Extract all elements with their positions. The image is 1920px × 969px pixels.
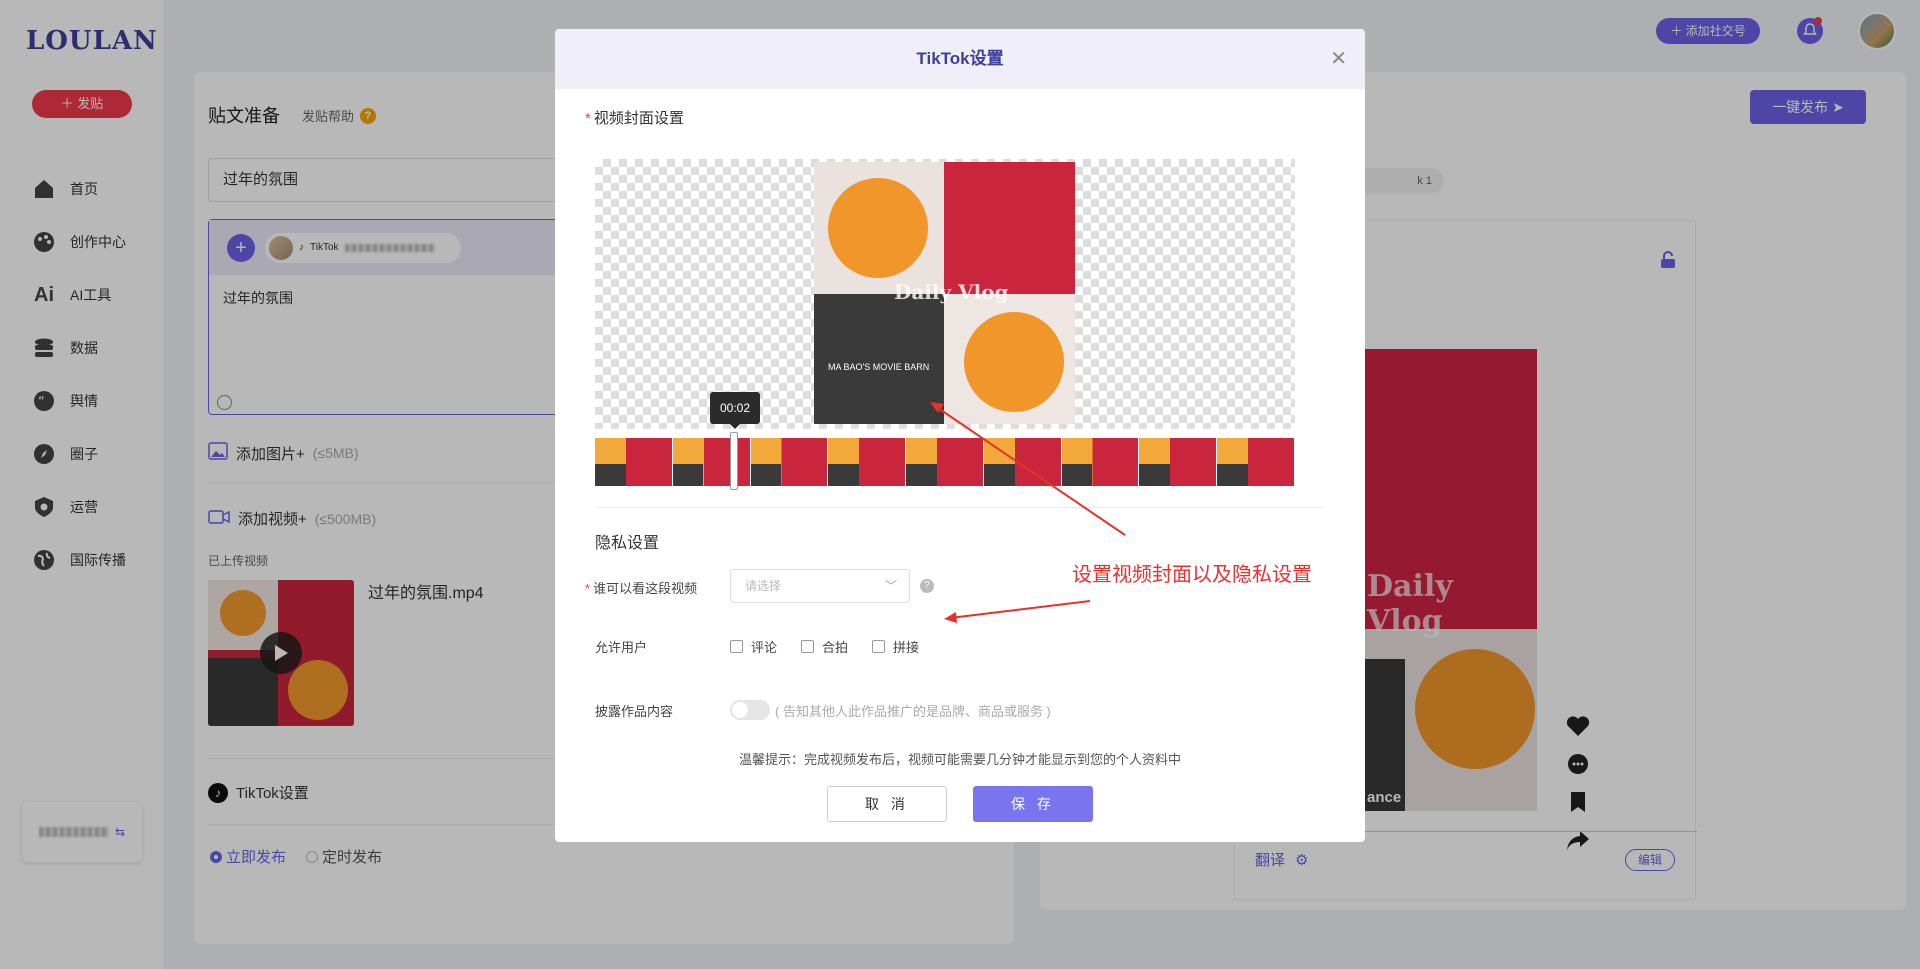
checkbox-box bbox=[730, 640, 743, 653]
allow-users-options: 评论 合拍 拼接 bbox=[730, 637, 919, 656]
timeline-strip[interactable] bbox=[595, 438, 1295, 486]
timeline-frame bbox=[983, 438, 1062, 486]
timeline-handle[interactable] bbox=[730, 432, 738, 490]
timeline-time-tooltip: 00:02 bbox=[710, 392, 760, 429]
cover-dragon-2 bbox=[964, 312, 1064, 412]
chevron-down-icon: ﹀ bbox=[884, 579, 897, 593]
who-can-view-label: * 谁可以看这段视频 bbox=[585, 578, 697, 597]
cover-section-text: 视频封面设置 bbox=[593, 110, 684, 127]
cover-watermark: Daily Vlog bbox=[894, 280, 1009, 304]
cancel-button[interactable]: 取 消 bbox=[827, 786, 947, 822]
select-placeholder: 请选择 bbox=[745, 579, 782, 593]
cover-clapper bbox=[814, 294, 944, 424]
required-mark: * bbox=[585, 581, 591, 596]
timeline-frame bbox=[1139, 438, 1218, 486]
close-icon[interactable]: ✕ bbox=[1330, 29, 1347, 89]
timeline-frame bbox=[595, 438, 673, 486]
allow-users-label: 允许用户 bbox=[595, 640, 648, 655]
cover-dragon bbox=[828, 178, 928, 278]
clapper-text: MA BAO'S MOVIE BARN bbox=[828, 362, 930, 372]
divider bbox=[595, 507, 1325, 508]
checkbox-box bbox=[872, 640, 886, 653]
cover-section-label: * 视频封面设置 bbox=[585, 107, 684, 128]
checkbox-box bbox=[801, 640, 815, 653]
modal-title: TikTok设置 bbox=[916, 49, 1004, 68]
save-button[interactable]: 保 存 bbox=[973, 786, 1093, 822]
checkbox-label: 评论 bbox=[751, 640, 778, 655]
privacy-section-title: 隐私设置 bbox=[595, 535, 660, 552]
timeline-frame bbox=[1217, 438, 1295, 486]
publish-hint: 温馨提示：完成视频发布后，视频可能需要几分钟才能显示到您的个人资料中 bbox=[738, 752, 1181, 767]
help-icon[interactable]: ? bbox=[920, 579, 934, 593]
allow-comment-checkbox[interactable]: 评论 bbox=[730, 637, 777, 656]
cover-canvas: MA BAO'S MOVIE BARN Daily Vlog bbox=[595, 159, 1295, 429]
required-mark: * bbox=[585, 110, 591, 127]
annotation-text: 设置视频封面以及隐私设置 bbox=[1072, 564, 1312, 586]
who-can-view-text: 谁可以看这段视频 bbox=[593, 581, 698, 596]
allow-stitch-checkbox[interactable]: 拼接 bbox=[872, 637, 919, 656]
app-root: LOULAN ＋ 发贴 首页 创作中心 Ai AI工具 数据 “ 舆情 圈子 运… bbox=[0, 0, 1920, 969]
timeline-frame bbox=[750, 438, 829, 486]
timeline-frame bbox=[672, 438, 751, 486]
who-can-view-select[interactable]: 请选择 ﹀ bbox=[730, 569, 910, 603]
allow-duet-checkbox[interactable]: 合拍 bbox=[801, 637, 848, 656]
checkbox-label: 合拍 bbox=[822, 640, 849, 655]
tiktok-settings-modal: TikTok设置 ✕ * 视频封面设置 MA BAO'S MOVIE BARN D… bbox=[555, 29, 1365, 842]
disclose-note: ( 告知其他人此作品推广的是品牌、商品或服务 ) bbox=[775, 704, 1051, 719]
checkbox-label: 拼接 bbox=[893, 640, 920, 655]
timeline-frame bbox=[828, 438, 907, 486]
disclose-toggle[interactable] bbox=[730, 700, 770, 720]
disclose-label: 披露作品内容 bbox=[595, 704, 674, 719]
cover-image[interactable]: MA BAO'S MOVIE BARN Daily Vlog bbox=[814, 162, 1075, 424]
modal-header: TikTok设置 ✕ bbox=[555, 29, 1365, 89]
timeline-frame bbox=[1061, 438, 1140, 486]
timeline-frame bbox=[906, 438, 984, 486]
